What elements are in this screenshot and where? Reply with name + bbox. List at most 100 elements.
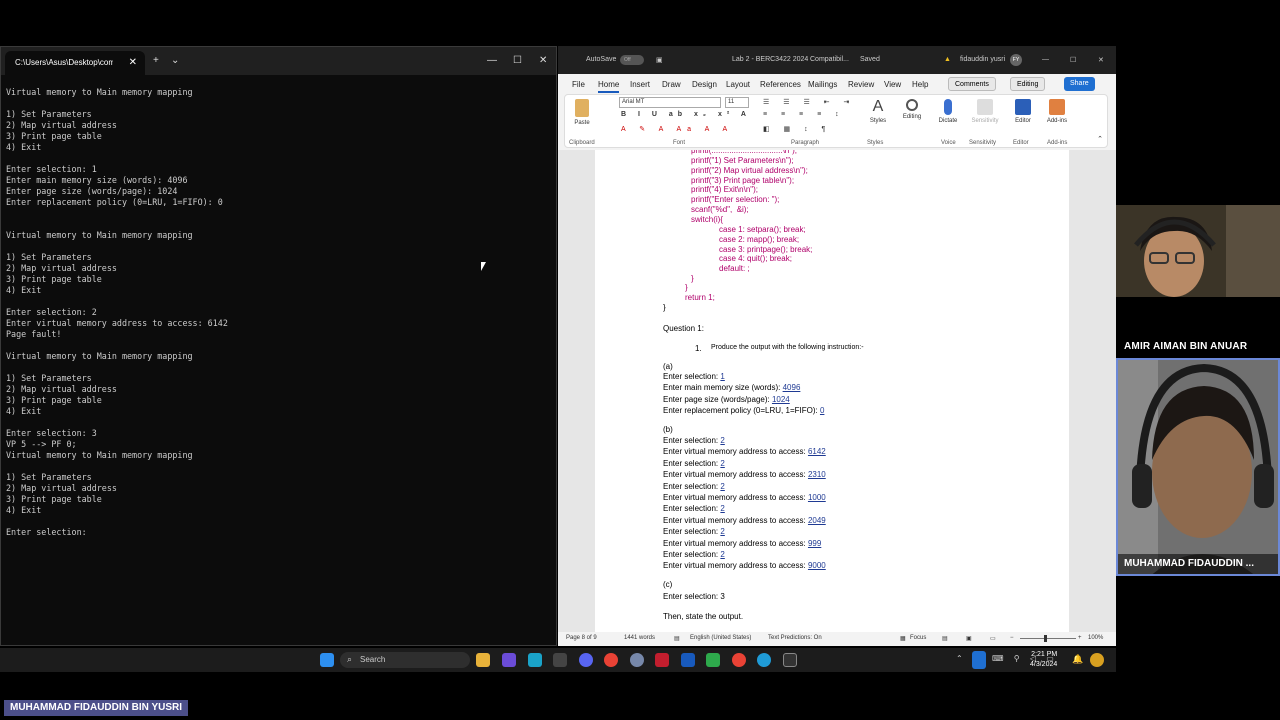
print-layout-icon[interactable]: ▣: [966, 635, 972, 642]
close-window-icon[interactable]: ✕: [539, 51, 547, 71]
editor-button[interactable]: Editor: [1011, 97, 1035, 124]
tab-layout[interactable]: Layout: [726, 80, 750, 89]
editing-button[interactable]: Editing: [897, 97, 927, 120]
teams-icon[interactable]: [502, 653, 516, 667]
chrome-icon[interactable]: [604, 653, 618, 667]
chevron-down-icon[interactable]: ⌄: [171, 51, 179, 71]
minimize-icon[interactable]: —: [1042, 56, 1049, 63]
styles-button[interactable]: A Styles: [865, 97, 891, 125]
zoom-level[interactable]: 100%: [1088, 635, 1103, 641]
instruction-label: Enter virtual memory address to access:: [663, 515, 808, 525]
save-icon[interactable]: ▣: [656, 56, 663, 64]
font-color-buttons[interactable]: A ✎ A Aa A A: [621, 125, 733, 133]
maximize-icon[interactable]: ☐: [1070, 56, 1076, 64]
focus-icon[interactable]: ▦: [900, 635, 906, 642]
tab-home[interactable]: Home: [598, 80, 620, 93]
proofing-icon[interactable]: ▤: [674, 635, 680, 642]
paragraph-buttons[interactable]: ◧ ▦ ↕ ¶: [763, 125, 831, 133]
new-tab-icon[interactable]: +: [153, 51, 159, 71]
app-icon[interactable]: [630, 653, 644, 667]
styles-label: Styles: [869, 118, 887, 124]
discord-icon[interactable]: [579, 653, 593, 667]
instruction-line: Enter selection: 2: [663, 550, 725, 559]
font-format-buttons[interactable]: B I U ab x₂ x² A: [621, 111, 751, 118]
instruction-value: 2310: [807, 470, 826, 480]
close-tab-icon[interactable]: ✕: [129, 51, 137, 75]
zoom-slider-thumb[interactable]: [1044, 635, 1047, 642]
instruction-value: 2: [720, 436, 725, 445]
maximize-icon[interactable]: ☐: [513, 51, 522, 71]
tab-help[interactable]: Help: [912, 80, 928, 89]
word-window[interactable]: AutoSave Off ▣ Lab 2 - BERC3422 2024 Com…: [558, 46, 1116, 646]
font-name-select[interactable]: Arial MT: [619, 97, 721, 108]
tab-view[interactable]: View: [884, 80, 901, 89]
user-name: fidauddin yusri: [960, 56, 1006, 63]
zoom-slider[interactable]: [1020, 638, 1076, 639]
search-icon: [906, 99, 918, 111]
text-predictions-status[interactable]: Text Predictions: On: [768, 635, 822, 641]
tab-references[interactable]: References: [760, 80, 801, 89]
terminal-icon[interactable]: [783, 653, 797, 667]
file-explorer-icon[interactable]: [476, 653, 490, 667]
dictate-button[interactable]: Dictate: [935, 97, 961, 124]
web-layout-icon[interactable]: ▭: [990, 635, 996, 642]
terminal-window[interactable]: C:\Users\Asus\Desktop\comp ✕ + ⌄ — ☐ ✕ V…: [0, 46, 557, 646]
paste-button[interactable]: Paste: [569, 97, 595, 126]
align-buttons[interactable]: ≡ ≡ ≡ ≡ ↕: [763, 111, 845, 118]
language-status[interactable]: English (United States): [690, 635, 751, 641]
avatar[interactable]: FY: [1010, 54, 1022, 66]
share-button[interactable]: Share: [1064, 77, 1095, 91]
word-icon[interactable]: [681, 653, 695, 667]
copilot-icon[interactable]: [1090, 653, 1104, 667]
tab-file[interactable]: File: [572, 80, 585, 89]
instruction-line: Enter selection: 2: [663, 527, 725, 536]
collapse-ribbon-icon[interactable]: ⌃: [1097, 135, 1103, 143]
chrome-icon[interactable]: [732, 653, 746, 667]
code-line: }: [691, 274, 694, 283]
close-window-icon[interactable]: ✕: [1098, 56, 1104, 64]
app-icon[interactable]: [706, 653, 720, 667]
minimize-icon[interactable]: —: [487, 51, 497, 71]
microphone-icon[interactable]: [972, 651, 986, 669]
instruction-value: 9000: [807, 561, 826, 571]
notification-icon[interactable]: 🔔: [1072, 654, 1083, 665]
document-page[interactable]: printf(................................\…: [595, 150, 1069, 632]
addins-button[interactable]: Add-ins: [1043, 97, 1071, 124]
zoom-in-icon[interactable]: +: [1078, 635, 1082, 641]
participant-video-2[interactable]: MUHAMMAD FIDAUDDIN ...: [1116, 358, 1280, 576]
instruction-value: 1000: [807, 493, 826, 502]
word-count[interactable]: 1441 words: [624, 635, 655, 641]
start-icon[interactable]: [320, 653, 334, 667]
terminal-output[interactable]: Virtual memory to Main memory mapping 1) …: [6, 87, 551, 645]
sensitivity-button[interactable]: Sensitivity: [967, 97, 1003, 124]
warning-icon[interactable]: ▲: [944, 56, 951, 63]
tab-review[interactable]: Review: [848, 80, 874, 89]
instruction-text: Produce the output with the following in…: [711, 344, 864, 351]
editing-mode-button[interactable]: Editing: [1010, 77, 1046, 91]
font-size-select[interactable]: 11: [725, 97, 749, 108]
settings-icon[interactable]: [553, 653, 567, 667]
focus-button[interactable]: Focus: [910, 635, 926, 641]
terminal-line: Enter selection:: [6, 527, 87, 537]
read-mode-icon[interactable]: ▤: [942, 635, 948, 642]
page-count[interactable]: Page 8 of 9: [566, 635, 597, 641]
document-canvas[interactable]: printf(................................\…: [558, 150, 1116, 632]
tab-mailings[interactable]: Mailings: [808, 80, 837, 89]
zoom-out-icon[interactable]: −: [1010, 635, 1014, 641]
search-input[interactable]: Search: [340, 652, 470, 668]
terminal-line: Virtual memory to Main memory mapping: [6, 351, 193, 361]
terminal-tab[interactable]: C:\Users\Asus\Desktop\comp ✕: [5, 51, 145, 75]
edge-icon[interactable]: [757, 653, 771, 667]
chevron-up-icon[interactable]: ⌃: [956, 654, 963, 663]
tab-draw[interactable]: Draw: [662, 80, 681, 89]
tab-design[interactable]: Design: [692, 80, 717, 89]
tab-insert[interactable]: Insert: [630, 80, 650, 89]
list-number: 1.: [695, 344, 702, 353]
instruction-value: 4096: [782, 383, 801, 393]
participant-video-1[interactable]: [1116, 205, 1280, 297]
app-icon[interactable]: [655, 653, 669, 667]
app-icon[interactable]: [528, 653, 542, 667]
comments-button[interactable]: Comments: [948, 77, 996, 91]
clock[interactable]: 2:21 PM 4/3/2024: [1030, 650, 1057, 670]
list-buttons[interactable]: ☰ ☰ ☰ ⇤ ⇥: [763, 98, 855, 106]
